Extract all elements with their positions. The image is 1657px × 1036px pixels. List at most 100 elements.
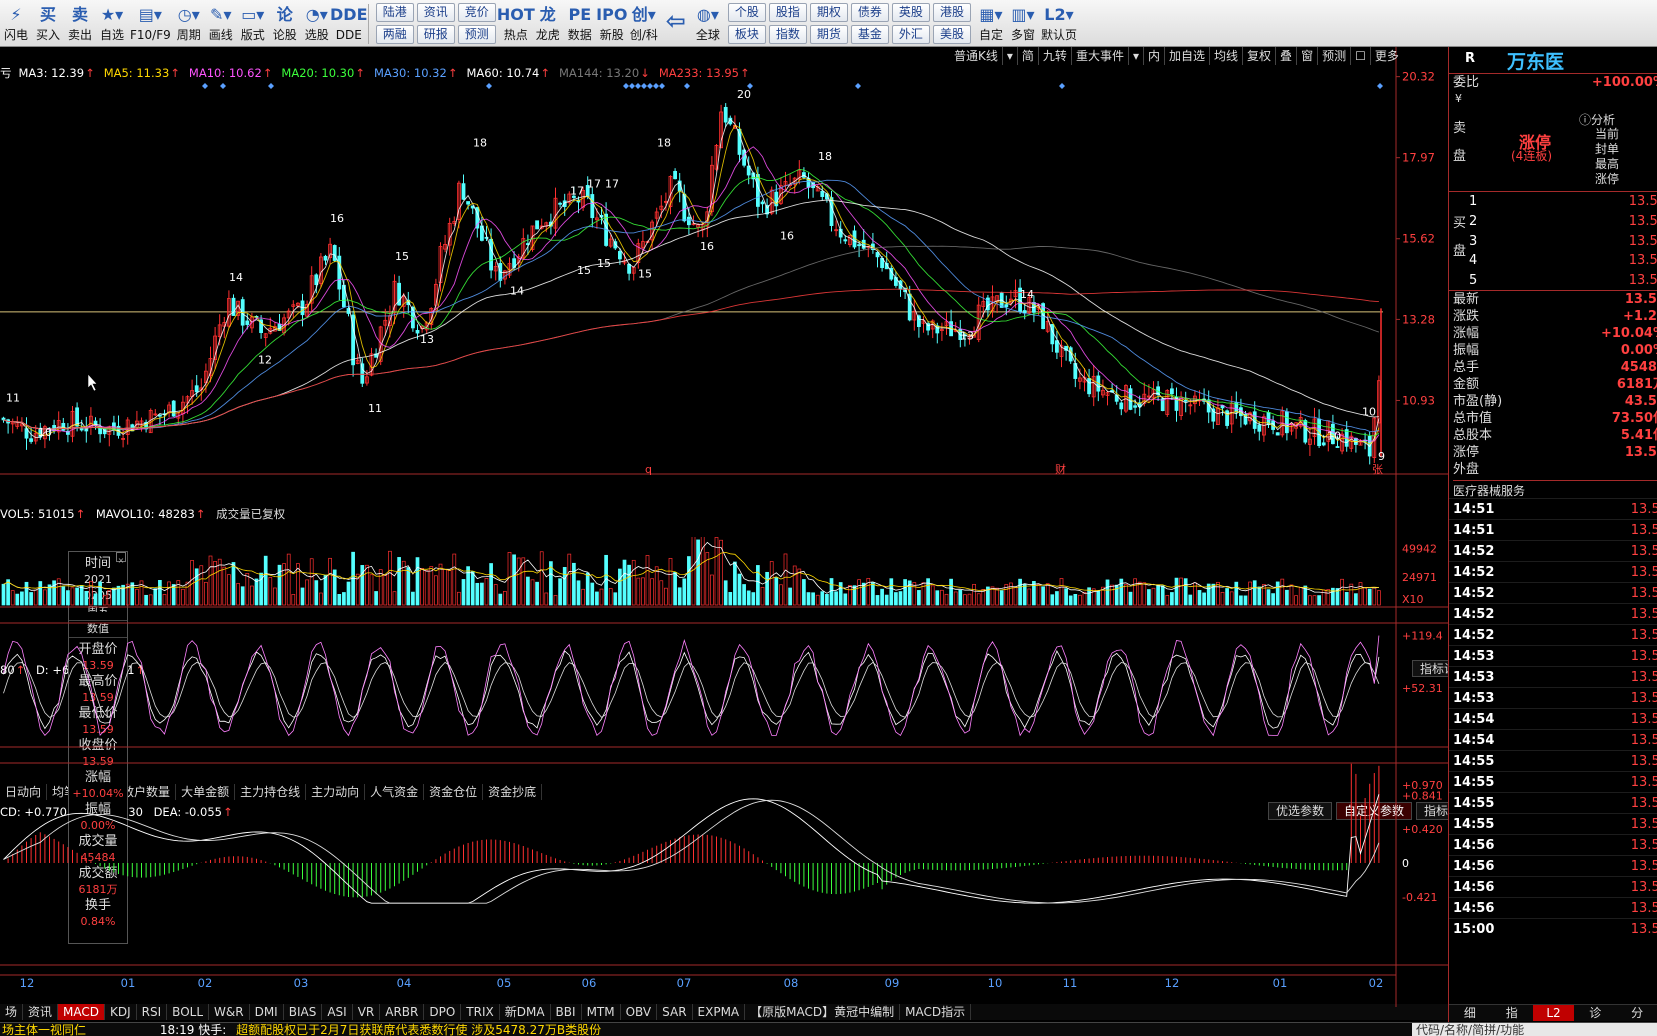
global-button[interactable]: ◍▾ 全球 bbox=[692, 0, 724, 46]
level-price: 13.56 bbox=[1628, 253, 1657, 269]
layout-button[interactable]: ▭▾ 版式 bbox=[237, 0, 269, 46]
volume-bar bbox=[792, 565, 797, 606]
chart-tool-1[interactable]: ▾ bbox=[1003, 47, 1018, 65]
default-button[interactable]: L2▾ 默认页 bbox=[1039, 0, 1079, 46]
f10-button[interactable]: ▤▾ F10/F9 bbox=[128, 0, 173, 46]
chart-tool-3[interactable]: 九转 bbox=[1039, 47, 1072, 65]
volume-bar bbox=[562, 567, 567, 606]
kline-chart[interactable]: 20.32 17.97 15.62 13.28 10.93 11 10 14 12 16 11 15 1… bbox=[0, 47, 1448, 537]
news-ticker[interactable]: 场主体一视同仁 18:19 快手: 超额配股权已于2月7日获联席代表悉数行使 涉… bbox=[0, 1022, 1657, 1036]
picker-button[interactable]: ◔▾ 选股 bbox=[301, 0, 333, 46]
quote-tab-4[interactable]: 分 bbox=[1616, 1005, 1657, 1021]
chart-tool-14[interactable]: 更多 bbox=[1371, 47, 1400, 65]
limit-up-marker[interactable]: 张 bbox=[1372, 463, 1383, 476]
grid1-button-5[interactable]: 预测 bbox=[457, 25, 496, 44]
quote-tab-2[interactable]: L2 bbox=[1532, 1005, 1575, 1021]
chart-tool-4[interactable]: 重大事件 bbox=[1072, 47, 1129, 65]
grid1-button-1[interactable]: 资讯 bbox=[416, 3, 455, 22]
grid1-button-3[interactable]: 两融 bbox=[375, 25, 414, 44]
period-label: 周期 bbox=[176, 28, 201, 42]
chuang-button[interactable]: 创▾ 创/科 bbox=[628, 0, 660, 46]
grid2-button-8[interactable]: 期货 bbox=[809, 25, 848, 44]
chart-tool-10[interactable]: 叠 bbox=[1276, 47, 1298, 65]
buy-level-4[interactable]: 413.56 bbox=[1449, 252, 1657, 269]
volume-bar bbox=[162, 594, 167, 606]
tick-row: 14:52 13.59 bbox=[1449, 603, 1657, 624]
dragon-label: 龙虎 bbox=[535, 28, 560, 42]
quote-tab-3[interactable]: 诊 bbox=[1574, 1005, 1616, 1021]
sell-button[interactable]: 卖卖出 bbox=[64, 0, 96, 46]
custom-button[interactable]: ▦▾ 自定 bbox=[975, 0, 1007, 46]
grid2-button-0[interactable]: 个股 bbox=[727, 3, 766, 22]
chart-tool-12[interactable]: 预测 bbox=[1318, 47, 1352, 65]
buy-level-5[interactable]: 513.55 bbox=[1449, 272, 1657, 289]
chart-tool-7[interactable]: 加自选 bbox=[1165, 47, 1211, 65]
watchlist-button[interactable]: ★▾ 自选 bbox=[96, 0, 128, 46]
news-left: 场主体一视同仁 bbox=[2, 1023, 87, 1036]
flash-button[interactable]: ⚡ 闪电 bbox=[0, 0, 32, 46]
grid2-button-4[interactable]: 英股 bbox=[891, 3, 930, 22]
volume-bar bbox=[664, 587, 668, 606]
grid2-button-10[interactable]: 外汇 bbox=[891, 25, 930, 44]
volume-bar bbox=[43, 589, 47, 606]
tick-price: 13.59 bbox=[1630, 670, 1657, 685]
chart-tool-5[interactable]: ▾ bbox=[1129, 47, 1144, 65]
ipo-button[interactable]: IPO 新股 bbox=[596, 0, 628, 46]
legend-prefix: 亏 bbox=[0, 66, 12, 80]
period-button[interactable]: ◷▾ 周期 bbox=[173, 0, 205, 46]
chart-area[interactable]: 20.32 17.97 15.62 13.28 10.93 11 10 14 12 16 11 15 1… bbox=[0, 47, 1448, 537]
chart-tool-2[interactable]: 简 bbox=[1018, 47, 1039, 65]
grid2-button-11[interactable]: 美股 bbox=[932, 25, 971, 44]
tick-time: 14:55 bbox=[1453, 796, 1495, 811]
sector-name[interactable]: 医疗器械服务 bbox=[1453, 480, 1657, 499]
buy-level-2[interactable]: 213.58 bbox=[1449, 213, 1657, 230]
quote-tab-1[interactable]: 指 bbox=[1491, 1005, 1533, 1021]
buy-button[interactable]: 买买入 bbox=[32, 0, 64, 46]
earnings-marker[interactable]: 财 bbox=[1055, 462, 1066, 476]
back-button[interactable]: ⇦ bbox=[660, 0, 692, 46]
grid1-button-4[interactable]: 研报 bbox=[416, 25, 455, 44]
news-text[interactable]: 超额配股权已于2月7日获联席代表悉数行使 涉及5478.27万B类股份 bbox=[236, 1023, 601, 1036]
time-axis-label: 02 bbox=[198, 976, 213, 990]
volume-bar bbox=[1229, 591, 1234, 606]
grid2-button-7[interactable]: 指数 bbox=[768, 25, 807, 44]
volume-bar bbox=[93, 593, 98, 606]
chart-tool-9[interactable]: 复权 bbox=[1243, 47, 1277, 65]
search-box[interactable]: 代码/名称/简拼/功能 bbox=[1412, 1023, 1657, 1036]
chart-tool-6[interactable]: 内 bbox=[1144, 47, 1165, 65]
chart-tool-13[interactable]: ☐ bbox=[1351, 47, 1371, 65]
hot-button[interactable]: HOT 热点 bbox=[497, 0, 535, 46]
grid1-button-0[interactable]: 陆港 bbox=[375, 3, 414, 22]
chart-tool-0[interactable]: 普通K线 bbox=[950, 47, 1003, 65]
dragon-button[interactable]: 龙龙虎 bbox=[532, 0, 564, 46]
grid2-button-5[interactable]: 港股 bbox=[932, 3, 971, 22]
grid2-button-9[interactable]: 基金 bbox=[850, 25, 889, 44]
volume-bar bbox=[820, 591, 825, 606]
buy-level-3[interactable]: 313.57 bbox=[1449, 233, 1657, 250]
dde-button[interactable]: DDE DDE bbox=[330, 0, 368, 46]
volume-bar bbox=[668, 557, 673, 606]
multi-button[interactable]: ▥▾ 多窗 bbox=[1007, 0, 1039, 46]
indicator-panes[interactable]: 4994224971X10+119.4+52.31+0.970+0.841+0.… bbox=[0, 537, 1448, 1007]
event-q-marker[interactable]: q bbox=[645, 463, 652, 476]
chart-tool-11[interactable]: 窗 bbox=[1297, 47, 1319, 65]
volume-bar bbox=[1055, 591, 1059, 606]
draw-button[interactable]: ✎▾ 画线 bbox=[205, 0, 237, 46]
quote-tab-0[interactable]: 细 bbox=[1449, 1005, 1491, 1021]
buy-level-1[interactable]: 113.59 bbox=[1449, 193, 1657, 210]
tick-row: 14:53 13.59 bbox=[1449, 666, 1657, 687]
grid2-button-6[interactable]: 板块 bbox=[727, 25, 766, 44]
forum-button[interactable]: 论论股 bbox=[269, 0, 301, 46]
volume-bar bbox=[102, 594, 107, 606]
volume-bar bbox=[512, 554, 516, 606]
chart-tool-8[interactable]: 均线 bbox=[1210, 47, 1244, 65]
volume-bar bbox=[935, 590, 940, 606]
grid2-button-3[interactable]: 债券 bbox=[850, 3, 889, 22]
grid2-button-1[interactable]: 股指 bbox=[768, 3, 807, 22]
data-button[interactable]: PE 数据 bbox=[564, 0, 596, 46]
grid1-button-2[interactable]: 竞价 bbox=[457, 3, 496, 22]
analysis-link[interactable]: ⓘ分析 bbox=[1579, 111, 1615, 128]
time-axis-label: 01 bbox=[121, 976, 136, 990]
volume-bar bbox=[319, 592, 323, 606]
grid2-button-2[interactable]: 期权 bbox=[809, 3, 848, 22]
